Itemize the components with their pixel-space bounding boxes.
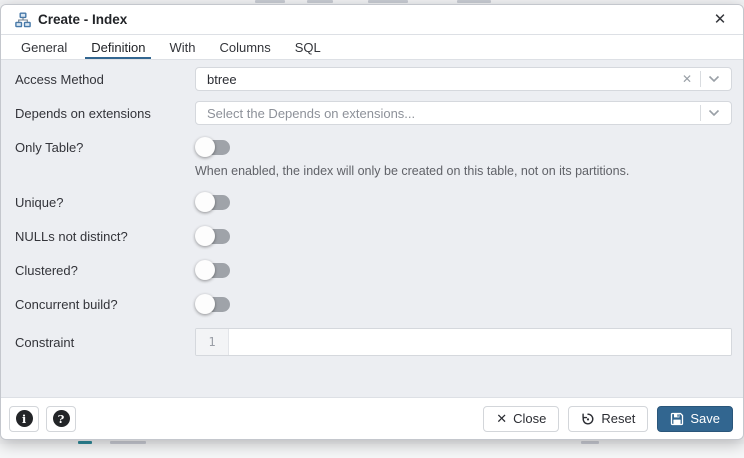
line-number-gutter: 1 xyxy=(196,329,229,355)
depends-label: Depends on extensions xyxy=(15,106,195,121)
constraint-input[interactable] xyxy=(229,329,731,355)
tab-definition[interactable]: Definition xyxy=(79,35,157,59)
dialog-close-icon[interactable]: ✕ xyxy=(709,9,731,31)
save-button-label: Save xyxy=(690,411,720,426)
depends-row: Depends on extensions Select the Depends… xyxy=(1,101,743,125)
definition-panel: Access Method btree ✕ Depends on extensi… xyxy=(1,60,743,397)
select-divider xyxy=(700,105,701,121)
chevron-down-icon[interactable] xyxy=(703,75,725,83)
select-divider xyxy=(700,71,701,87)
dialog-title: Create - Index xyxy=(38,12,127,27)
info-icon: i xyxy=(16,410,33,427)
only-table-label: Only Table? xyxy=(15,140,195,155)
save-button[interactable]: Save xyxy=(657,406,733,432)
clustered-toggle[interactable] xyxy=(195,261,230,279)
access-method-value: btree xyxy=(207,72,676,87)
tab-columns[interactable]: Columns xyxy=(207,35,282,59)
help-icon: ? xyxy=(53,410,70,427)
access-method-label: Access Method xyxy=(15,72,195,87)
only-table-row: Only Table? xyxy=(1,137,743,157)
constraint-row: Constraint 1 xyxy=(1,328,743,356)
tab-sql[interactable]: SQL xyxy=(283,35,333,59)
tab-general[interactable]: General xyxy=(9,35,79,59)
reset-button[interactable]: Reset xyxy=(568,406,648,432)
clustered-row: Clustered? xyxy=(1,260,743,280)
tab-with[interactable]: With xyxy=(157,35,207,59)
clear-selection-icon[interactable]: ✕ xyxy=(676,72,698,86)
concurrent-build-row: Concurrent build? xyxy=(1,294,743,314)
close-button-label: Close xyxy=(513,411,546,426)
reset-icon xyxy=(581,412,595,426)
chevron-down-icon[interactable] xyxy=(703,109,725,117)
create-index-dialog: Create - Index ✕ General Definition With… xyxy=(0,4,744,440)
dialog-footer: i ? ✕ Close Reset xyxy=(1,397,743,439)
unique-toggle[interactable] xyxy=(195,193,230,211)
sql-info-button[interactable]: i xyxy=(9,406,39,432)
only-table-helper-row: When enabled, the index will only be cre… xyxy=(1,162,743,180)
close-x-icon: ✕ xyxy=(496,412,507,425)
depends-select[interactable]: Select the Depends on extensions... xyxy=(195,101,732,125)
nulls-not-distinct-row: NULLs not distinct? xyxy=(1,226,743,246)
clustered-label: Clustered? xyxy=(15,263,195,278)
constraint-code-editor[interactable]: 1 xyxy=(195,328,732,356)
nulls-not-distinct-toggle[interactable] xyxy=(195,227,230,245)
close-button[interactable]: ✕ Close xyxy=(483,406,559,432)
only-table-helper: When enabled, the index will only be cre… xyxy=(195,164,629,178)
access-method-select[interactable]: btree ✕ xyxy=(195,67,732,91)
dialog-titlebar: Create - Index ✕ xyxy=(1,5,743,35)
access-method-row: Access Method btree ✕ xyxy=(1,67,743,91)
constraint-label: Constraint xyxy=(15,335,195,350)
background-page-bottom xyxy=(0,440,744,444)
save-icon xyxy=(670,412,684,426)
depends-placeholder: Select the Depends on extensions... xyxy=(207,106,698,121)
unique-row: Unique? xyxy=(1,192,743,212)
concurrent-build-toggle[interactable] xyxy=(195,295,230,313)
index-icon xyxy=(15,12,31,28)
reset-button-label: Reset xyxy=(601,411,635,426)
unique-label: Unique? xyxy=(15,195,195,210)
only-table-toggle[interactable] xyxy=(195,138,230,156)
concurrent-build-label: Concurrent build? xyxy=(15,297,195,312)
nulls-not-distinct-label: NULLs not distinct? xyxy=(15,229,195,244)
dialog-tabbar: General Definition With Columns SQL xyxy=(1,35,743,60)
help-button[interactable]: ? xyxy=(46,406,76,432)
